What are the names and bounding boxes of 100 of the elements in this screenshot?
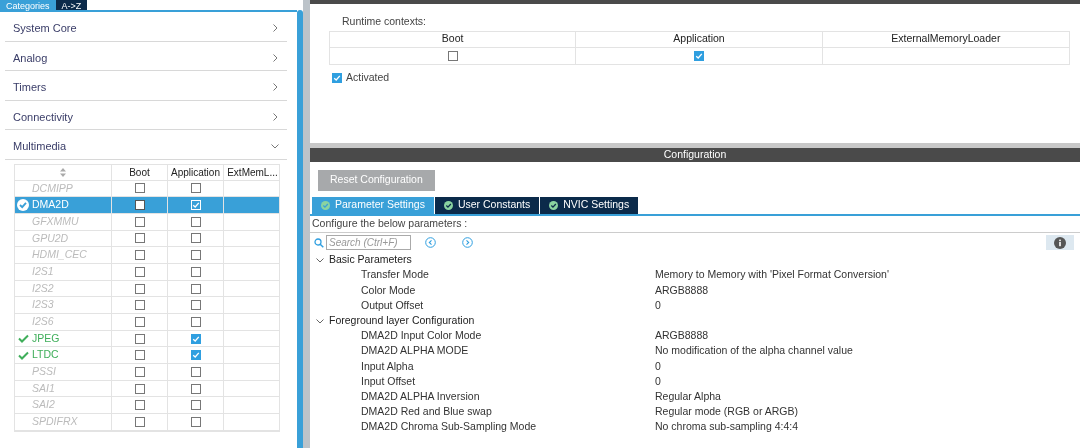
- peripheral-name: SPDIFRX: [32, 414, 78, 430]
- checkbox[interactable]: [134, 417, 145, 427]
- parameter-value[interactable]: Regular mode (RGB or ARGB): [655, 404, 798, 420]
- checkbox[interactable]: [190, 316, 201, 327]
- search-field[interactable]: Search (Ctrl+F): [326, 235, 411, 250]
- checkbox[interactable]: [190, 300, 201, 311]
- checkbox[interactable]: [134, 266, 145, 277]
- parameter-value[interactable]: No modification of the alpha channel value: [655, 343, 853, 360]
- checkbox[interactable]: [190, 350, 201, 361]
- category-row[interactable]: Multimedia: [5, 130, 287, 160]
- parameter-value[interactable]: 0: [655, 373, 661, 390]
- parameter-name: Transfer Mode: [360, 267, 430, 283]
- checkbox[interactable]: [134, 400, 145, 411]
- check-circle-icon: [17, 199, 29, 212]
- sort-icon[interactable]: [60, 167, 66, 177]
- checkbox[interactable]: [190, 266, 201, 277]
- checkbox[interactable]: [447, 50, 458, 61]
- peripheral-name: I2S3: [32, 297, 54, 313]
- peripheral-name: LTDC: [32, 347, 59, 363]
- checkbox[interactable]: [190, 417, 201, 427]
- checkbox[interactable]: [134, 316, 145, 327]
- parameter-name: DMA2D ALPHA MODE: [360, 343, 470, 359]
- chevron-down-icon[interactable]: [316, 316, 324, 325]
- parameter-name: Input Offset: [360, 373, 417, 389]
- parameter-value[interactable]: No chroma sub-sampling 4:4:4: [655, 419, 798, 436]
- category-row[interactable]: Connectivity: [5, 100, 287, 130]
- peripheral-name: SAI1: [32, 380, 55, 396]
- checkbox[interactable]: [190, 216, 201, 227]
- info-button[interactable]: [1046, 235, 1074, 250]
- checkbox[interactable]: [134, 366, 145, 377]
- checkbox[interactable]: [134, 233, 145, 244]
- checkbox[interactable]: [190, 383, 201, 394]
- config-tab[interactable]: NVIC Settings: [540, 196, 639, 214]
- parameter-value[interactable]: 0: [655, 358, 661, 375]
- checkbox[interactable]: [190, 333, 201, 344]
- column-header: ExtMemL...: [227, 165, 278, 180]
- category-row[interactable]: Analog: [5, 41, 287, 71]
- parameter-value[interactable]: ARGB8888: [655, 282, 709, 299]
- peripheral-name: I2S1: [32, 263, 54, 279]
- column-header: Application: [673, 31, 725, 47]
- checkbox[interactable]: [694, 50, 704, 61]
- section-title: Configuration: [663, 146, 727, 162]
- peripheral-name: I2S6: [32, 314, 54, 329]
- parameter-value[interactable]: ARGB8888: [655, 328, 709, 344]
- category-row[interactable]: System Core: [5, 12, 287, 42]
- section-label: Runtime contexts:: [341, 14, 428, 29]
- parameter-value[interactable]: Memory to Memory with 'Pixel Format Conversion': [655, 267, 889, 284]
- config-tab[interactable]: User Constants: [434, 196, 540, 214]
- checkbox[interactable]: [134, 216, 145, 227]
- checkbox[interactable]: [190, 366, 201, 377]
- checkbox[interactable]: [134, 183, 145, 194]
- category-label: System Core: [13, 21, 77, 36]
- checkbox[interactable]: [190, 400, 201, 411]
- column-header: Boot: [441, 31, 464, 47]
- peripheral-name: GPU2D: [32, 230, 69, 246]
- peripheral-name: SAI2: [32, 397, 55, 413]
- category-label: Connectivity: [13, 109, 73, 125]
- checkbox[interactable]: [190, 283, 201, 294]
- parameter-name: Output Offset: [360, 297, 425, 313]
- checkbox[interactable]: [134, 333, 145, 344]
- peripheral-name: GFXMMU: [32, 213, 79, 229]
- check-circle-icon: [443, 200, 453, 210]
- peripheral-name: PSSI: [32, 364, 56, 380]
- category-row[interactable]: Timers: [5, 71, 287, 101]
- checkbox[interactable]: [134, 383, 145, 394]
- category-label: Analog: [13, 50, 48, 66]
- previous-icon[interactable]: [425, 237, 436, 248]
- parameter-name: Color Mode: [360, 282, 417, 298]
- next-icon[interactable]: [462, 237, 473, 248]
- peripheral-name: DMA2D: [32, 197, 69, 213]
- check-icon: [17, 350, 29, 360]
- category-label: Timers: [13, 80, 47, 95]
- check-circle-icon: [549, 200, 559, 210]
- column-header: Boot: [129, 165, 150, 180]
- checkbox-label: Activated: [346, 69, 390, 85]
- checkbox[interactable]: [190, 183, 201, 194]
- checkbox[interactable]: [134, 200, 145, 211]
- checkbox[interactable]: [134, 283, 145, 294]
- checkbox[interactable]: [332, 72, 342, 83]
- sidebar-tab[interactable]: A->Z: [55, 0, 88, 10]
- checkbox[interactable]: [190, 233, 201, 244]
- column-header: ExternalMemoryLoader: [891, 31, 1001, 47]
- peripheral-name: I2S2: [32, 280, 54, 296]
- chevron-down-icon[interactable]: [316, 256, 324, 265]
- checkbox[interactable]: [134, 250, 145, 261]
- parameter-name: DMA2D ALPHA Inversion: [360, 388, 481, 404]
- parameter-value[interactable]: Regular Alpha: [655, 388, 721, 405]
- info-icon: [1054, 236, 1066, 249]
- peripheral-name: DCMIPP: [32, 180, 73, 196]
- checkbox[interactable]: [134, 300, 145, 311]
- parameter-name: DMA2D Chroma Sub-Sampling Mode: [360, 419, 538, 435]
- peripheral-name: JPEG: [32, 330, 60, 346]
- peripheral-name: HDMI_CEC: [32, 247, 87, 263]
- checkbox[interactable]: [190, 250, 201, 261]
- parameter-value[interactable]: 0: [655, 297, 661, 314]
- group-label: Foreground layer Configuration: [329, 312, 475, 328]
- group-label: Basic Parameters: [329, 252, 412, 268]
- search-icon: [314, 237, 324, 248]
- parameter-name: DMA2D Red and Blue swap: [360, 404, 493, 420]
- checkbox[interactable]: [134, 350, 145, 361]
